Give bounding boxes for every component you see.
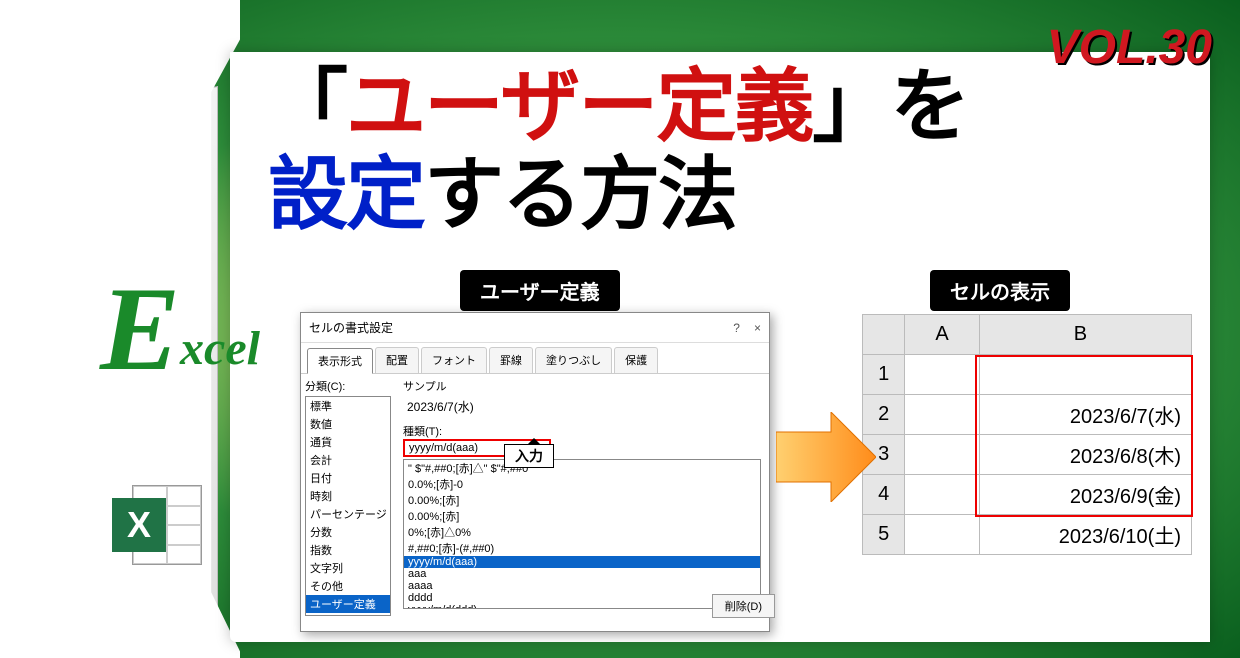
sample-label: サンプル	[403, 378, 761, 394]
cell[interactable]	[905, 435, 979, 475]
tab-protection[interactable]: 保護	[614, 347, 658, 373]
tab-alignment[interactable]: 配置	[375, 347, 419, 373]
user-definition-label: ユーザー定義	[460, 270, 620, 311]
cell[interactable]	[905, 395, 979, 435]
category-item-selected[interactable]: ユーザー定義	[306, 595, 390, 613]
type-item[interactable]: dddd	[404, 592, 760, 604]
category-item[interactable]: 指数	[306, 541, 390, 559]
category-item[interactable]: 文字列	[306, 559, 390, 577]
arrow-icon	[776, 412, 876, 502]
type-item[interactable]: " $"#,##0;[赤]△" $"#,##0	[404, 460, 760, 476]
cell[interactable]: 2023/6/10(土)	[979, 515, 1191, 555]
type-label: 種類(T):	[403, 423, 761, 439]
category-item[interactable]: その他	[306, 577, 390, 595]
excel-app-icon: X	[112, 480, 202, 570]
row-header[interactable]: 5	[863, 515, 905, 555]
category-item[interactable]: 数値	[306, 415, 390, 433]
category-label: 分類(C):	[305, 378, 391, 394]
type-item[interactable]: 0.00%;[赤]	[404, 492, 760, 508]
volume-badge: VOL.30	[1047, 20, 1212, 75]
title-bracket-open: 「	[268, 64, 346, 152]
delete-button[interactable]: 削除(D)	[712, 594, 775, 618]
type-item[interactable]: 0.00%;[赤]	[404, 508, 760, 524]
dialog-tabs: 表示形式 配置 フォント 罫線 塗りつぶし 保護	[301, 343, 769, 374]
cell[interactable]: 2023/6/7(水)	[979, 395, 1191, 435]
sample-value: 2023/6/7(水)	[403, 394, 761, 423]
page-title: 「ユーザー定義」を 設定する方法	[268, 64, 968, 240]
cell[interactable]	[905, 475, 979, 515]
type-list[interactable]: " $"#,##0;[赤]△" $"#,##0 0.0%;[赤]-0 0.00%…	[403, 459, 761, 609]
dialog-titlebar: セルの書式設定 ? ×	[301, 313, 769, 343]
col-header-a[interactable]: A	[905, 315, 979, 355]
title-red: ユーザー定義	[346, 64, 812, 152]
spreadsheet-preview: A B 1 22023/6/7(水) 32023/6/8(木) 42023/6/…	[862, 314, 1192, 555]
excel-logo-e: E	[100, 262, 180, 395]
cell[interactable]	[905, 355, 979, 395]
corner-header	[863, 315, 905, 355]
tab-number-format[interactable]: 表示形式	[307, 348, 373, 374]
type-item[interactable]: 0.0%;[赤]-0	[404, 476, 760, 492]
cell-display-label: セルの表示	[930, 270, 1070, 311]
type-item[interactable]: aaaa	[404, 580, 760, 592]
cell[interactable]	[905, 515, 979, 555]
category-item[interactable]: 日付	[306, 469, 390, 487]
category-item[interactable]: パーセンテージ	[306, 505, 390, 523]
tab-font[interactable]: フォント	[421, 347, 487, 373]
format-cells-dialog: セルの書式設定 ? × 表示形式 配置 フォント 罫線 塗りつぶし 保護 分類(…	[300, 312, 770, 632]
tab-fill[interactable]: 塗りつぶし	[535, 347, 612, 373]
title-tail: する方法	[424, 152, 736, 240]
dialog-title: セルの書式設定	[309, 319, 393, 336]
help-icon[interactable]: ?	[733, 321, 740, 335]
category-item[interactable]: 標準	[306, 397, 390, 415]
excel-logo: Excel	[100, 260, 260, 398]
cell[interactable]: 2023/6/8(木)	[979, 435, 1191, 475]
title-blue: 設定	[268, 152, 424, 240]
close-icon[interactable]: ×	[754, 321, 761, 335]
excel-logo-xcel: xcel	[180, 322, 260, 375]
cell[interactable]	[979, 355, 1191, 395]
input-callout: 入力	[504, 444, 554, 468]
row-header[interactable]: 1	[863, 355, 905, 395]
excel-x-letter: X	[112, 498, 166, 552]
cell[interactable]: 2023/6/9(金)	[979, 475, 1191, 515]
main-panel: 「ユーザー定義」を 設定する方法 ユーザー定義 セルの表示 セルの書式設定 ? …	[230, 52, 1210, 642]
type-item-selected[interactable]: yyyy/m/d(aaa)	[404, 556, 760, 568]
category-item[interactable]: 会計	[306, 451, 390, 469]
title-bracket-close: 」を	[812, 64, 968, 152]
type-item[interactable]: yyyy/m/d(ddd)	[404, 604, 760, 609]
tab-border[interactable]: 罫線	[489, 347, 533, 373]
type-item[interactable]: aaa	[404, 568, 760, 580]
category-item[interactable]: 時刻	[306, 487, 390, 505]
category-list[interactable]: 標準 数値 通貨 会計 日付 時刻 パーセンテージ 分数 指数 文字列 その他 …	[305, 396, 391, 616]
category-item[interactable]: 分数	[306, 523, 390, 541]
type-item[interactable]: 0%;[赤]△0%	[404, 524, 760, 540]
type-item[interactable]: #,##0;[赤]-(#,##0)	[404, 540, 760, 556]
col-header-b[interactable]: B	[979, 315, 1191, 355]
category-item[interactable]: 通貨	[306, 433, 390, 451]
